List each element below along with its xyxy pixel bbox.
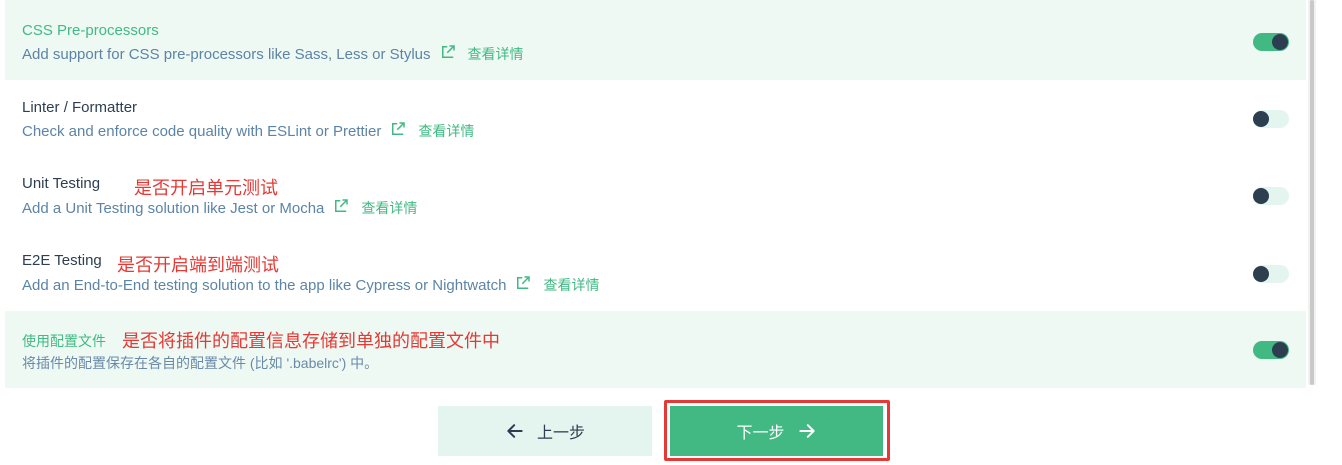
toggle-knob	[1253, 188, 1269, 204]
feature-description-text: Check and enforce code quality with ESLi…	[22, 122, 382, 140]
feature-toggle[interactable]	[1253, 110, 1289, 128]
feature-description-text: Add support for CSS pre-processors like …	[22, 45, 431, 63]
feature-row-css-preprocessors[interactable]: CSS Pre-processors Add support for CSS p…	[5, 0, 1306, 80]
feature-description-text: 将插件的配置保存在各自的配置文件 (比如 '.babelrc') 中。	[22, 355, 379, 371]
feature-description: Check and enforce code quality with ESLi…	[22, 121, 474, 141]
scrollbar-thumb[interactable]	[1310, 0, 1314, 385]
details-link[interactable]: 查看详情	[361, 198, 417, 218]
feature-row-e2e-testing[interactable]: E2E Testing 是否开启端到端测试 Add an End-to-End …	[5, 234, 1306, 311]
arrow-left-icon	[507, 424, 523, 438]
toggle-knob	[1272, 34, 1288, 50]
feature-list: CSS Pre-processors Add support for CSS p…	[5, 0, 1306, 388]
feature-row-config-files[interactable]: 使用配置文件 是否将插件的配置信息存储到单独的配置文件中 将插件的配置保存在各自…	[5, 311, 1306, 388]
details-link[interactable]: 查看详情	[543, 275, 599, 295]
feature-description-text: Add a Unit Testing solution like Jest or…	[22, 199, 325, 217]
external-link-icon[interactable]	[332, 197, 350, 215]
details-link[interactable]: 查看详情	[468, 44, 524, 64]
feature-title: Linter / Formatter	[22, 99, 138, 116]
annotation-note: 是否开启单元测试	[134, 178, 278, 198]
external-link-icon[interactable]	[439, 43, 457, 61]
scrollbar[interactable]	[1308, 0, 1316, 385]
previous-button-label: 上一步	[536, 425, 585, 442]
toggle-knob	[1272, 342, 1288, 358]
next-button-label: 下一步	[736, 425, 785, 442]
feature-title: 使用配置文件	[22, 333, 106, 349]
footer-actions: 上一步 下一步	[0, 388, 1342, 465]
external-link-icon[interactable]	[514, 274, 532, 292]
feature-description: Add an End-to-End testing solution to th…	[22, 275, 599, 295]
feature-title: Unit Testing	[22, 175, 101, 192]
feature-toggle[interactable]	[1253, 33, 1289, 51]
feature-description: Add support for CSS pre-processors like …	[22, 44, 524, 64]
feature-description: 将插件的配置保存在各自的配置文件 (比如 '.babelrc') 中。	[22, 353, 378, 373]
feature-toggle[interactable]	[1253, 341, 1289, 359]
feature-row-unit-testing[interactable]: Unit Testing 是否开启单元测试 Add a Unit Testing…	[5, 157, 1306, 234]
toggle-knob	[1253, 266, 1269, 282]
annotation-note: 是否开启端到端测试	[117, 255, 279, 275]
feature-title: CSS Pre-processors	[22, 22, 159, 39]
feature-toggle[interactable]	[1253, 187, 1289, 205]
details-link[interactable]: 查看详情	[418, 121, 474, 141]
feature-description-text: Add an End-to-End testing solution to th…	[22, 276, 507, 294]
feature-description: Add a Unit Testing solution like Jest or…	[22, 198, 417, 218]
previous-button[interactable]: 上一步	[438, 406, 652, 456]
annotation-note: 是否将插件的配置信息存储到单独的配置文件中	[122, 331, 500, 351]
next-button[interactable]: 下一步	[670, 406, 883, 456]
arrow-right-icon	[798, 424, 815, 438]
feature-title: E2E Testing	[22, 252, 102, 269]
external-link-icon[interactable]	[389, 120, 407, 138]
feature-row-linter[interactable]: Linter / Formatter Check and enforce cod…	[5, 80, 1306, 157]
feature-toggle[interactable]	[1253, 265, 1289, 283]
toggle-knob	[1253, 111, 1269, 127]
